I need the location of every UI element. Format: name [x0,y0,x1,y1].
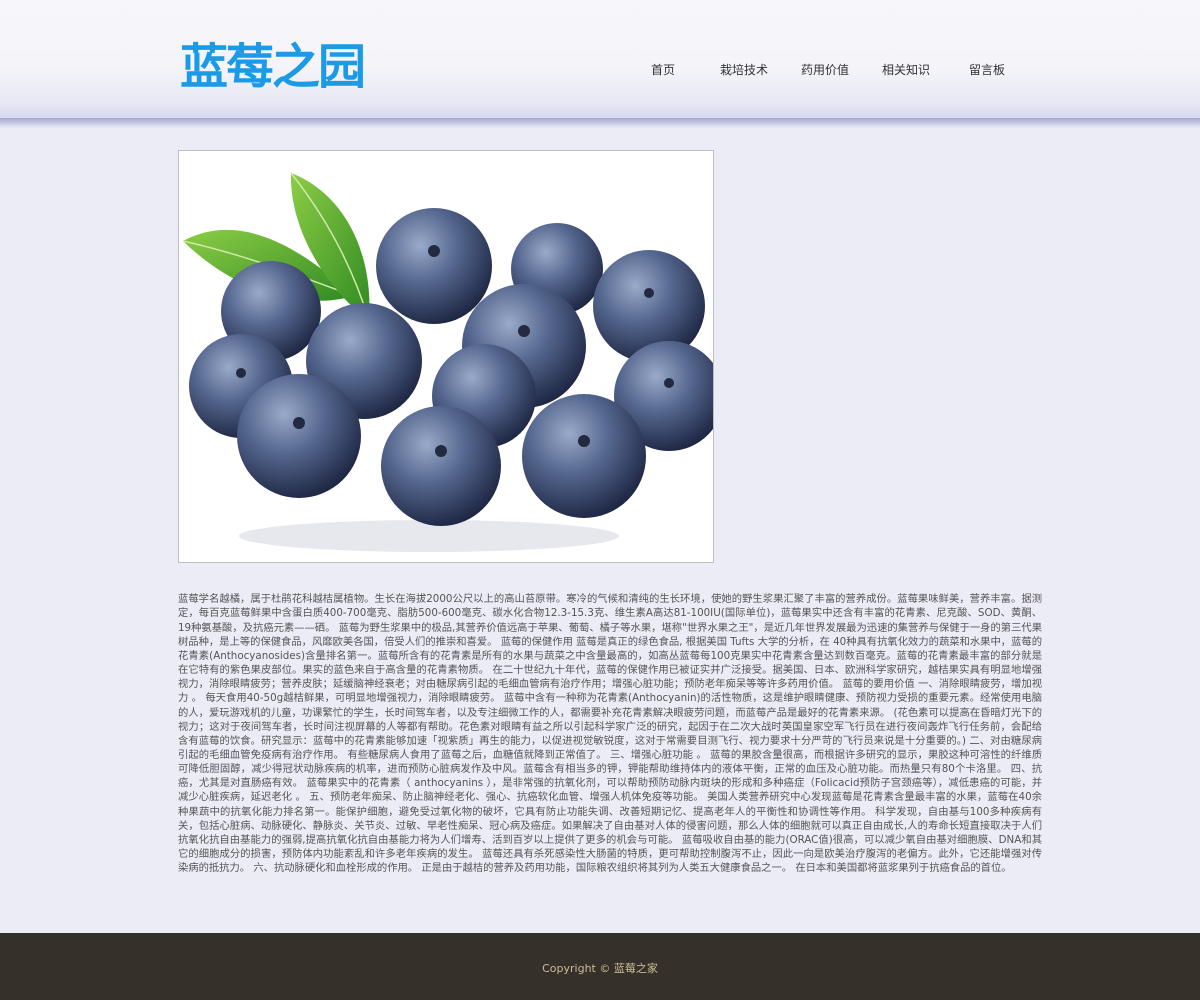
nav-item-guestbook[interactable]: 留言板 [969,61,1005,78]
main-nav: 首页 栽培技术 药用价值 相关知识 留言板 [0,61,1200,81]
nav-item-medicinal-value[interactable]: 药用价值 [801,61,849,78]
copyright-text: Copyright © 蓝莓之家 [542,962,658,975]
site-footer: Copyright © 蓝莓之家 [0,933,1200,1000]
nav-item-home[interactable]: 首页 [651,61,675,78]
nav-item-cultivation[interactable]: 栽培技术 [720,61,768,78]
blueberries-photo-frame [178,150,714,563]
nav-item-related-knowledge[interactable]: 相关知识 [882,61,930,78]
blueberries-photo [179,151,713,562]
header-divider [0,118,1200,128]
article-body: 蓝莓学名越橘，属于杜鹃花科越桔属植物。生长在海拔2000公尺以上的高山苔原带。寒… [178,593,1042,875]
